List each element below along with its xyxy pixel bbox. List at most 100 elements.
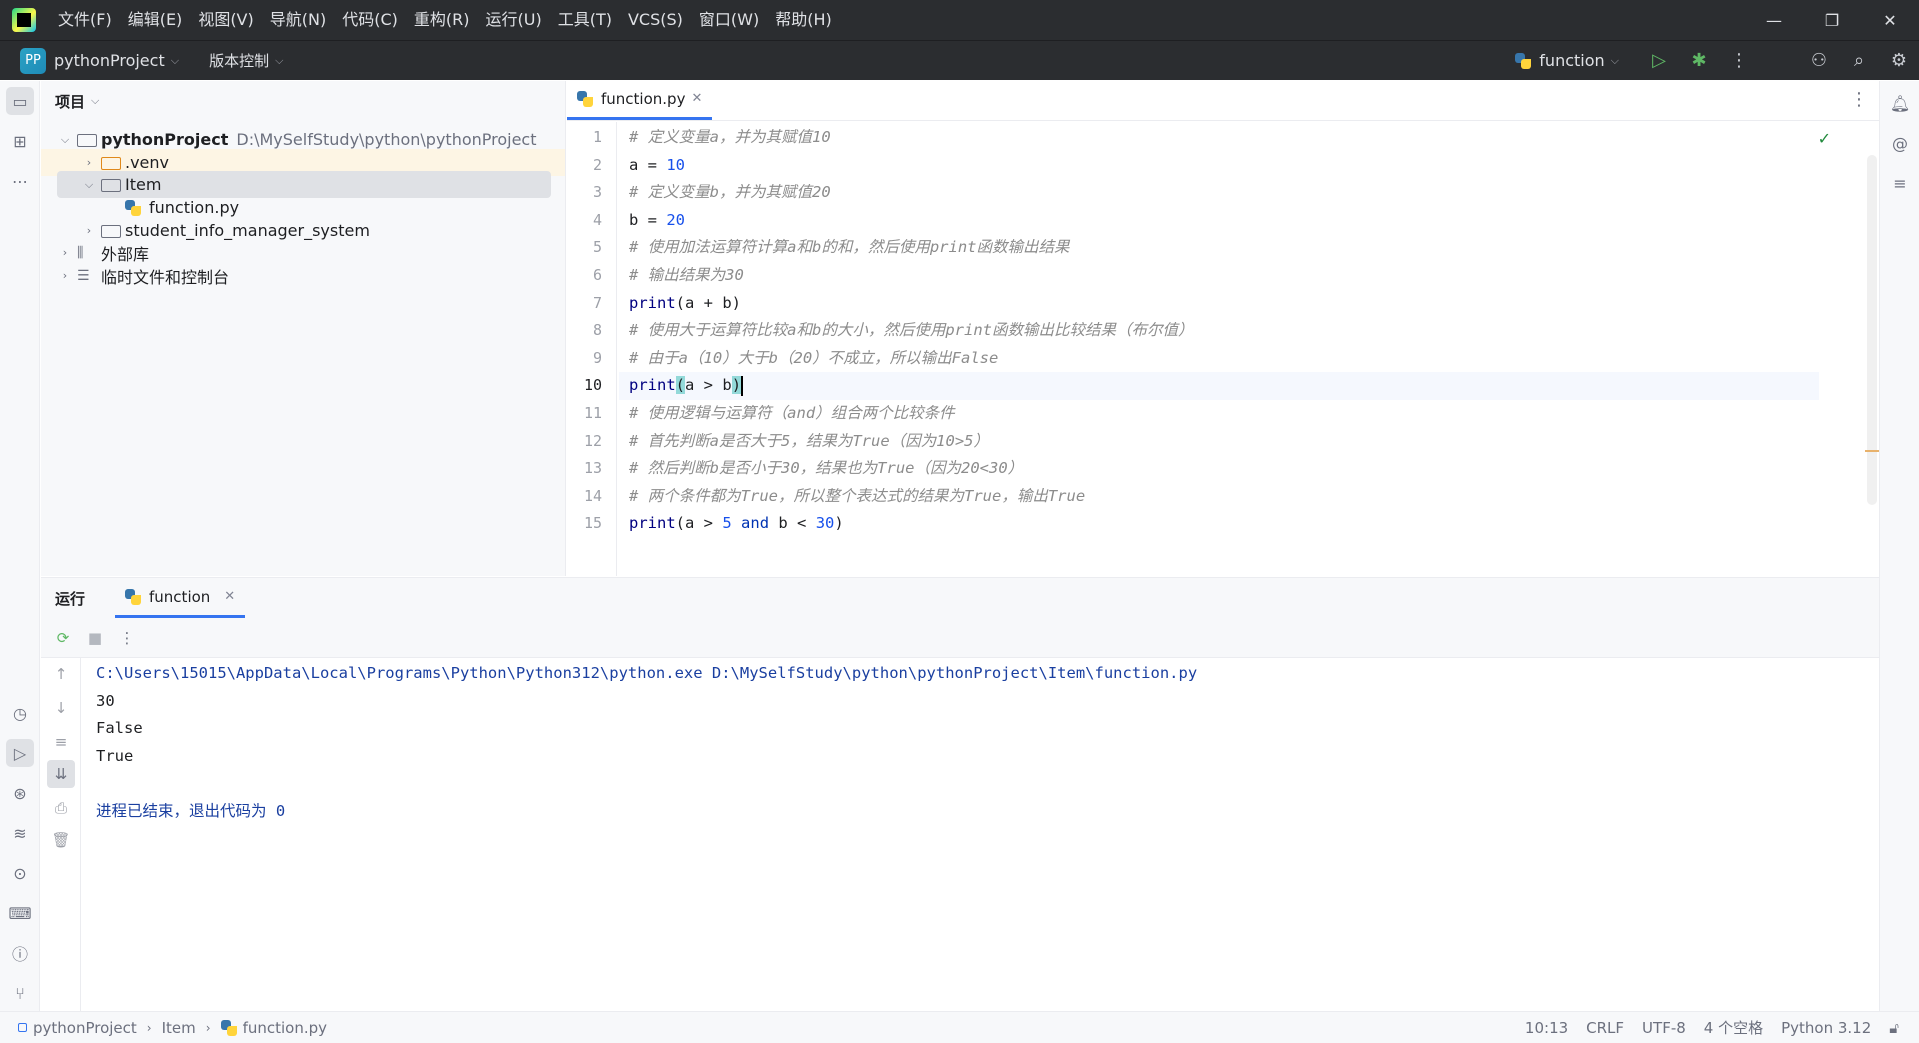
- line-number[interactable]: 14: [562, 487, 602, 505]
- line-number[interactable]: 12: [562, 432, 602, 450]
- code-line[interactable]: # 使用加法运算符计算a和b的和，然后使用print函数输出结果: [619, 234, 1819, 262]
- stop-icon[interactable]: ■: [79, 622, 111, 654]
- breadcrumb-folder[interactable]: Item: [162, 1019, 196, 1037]
- line-number[interactable]: 15: [562, 514, 602, 532]
- code-line[interactable]: # 两个条件都为True，所以整个表达式的结果为True，输出True: [619, 483, 1819, 511]
- line-number[interactable]: 11: [562, 404, 602, 422]
- menu-edit[interactable]: 编辑(E): [120, 0, 191, 40]
- restore-icon[interactable]: ❐: [1803, 0, 1861, 40]
- line-number[interactable]: 10: [562, 376, 602, 394]
- menu-window[interactable]: 窗口(W): [691, 0, 767, 40]
- menu-tools[interactable]: 工具(T): [550, 0, 620, 40]
- chevron-right-icon[interactable]: ›: [81, 224, 97, 237]
- code-line[interactable]: # 定义变量a，并为其赋值10: [619, 124, 1819, 152]
- line-number[interactable]: 5: [562, 238, 602, 256]
- line-number[interactable]: 9: [562, 349, 602, 367]
- run-config-selector[interactable]: function ⌵: [1515, 51, 1619, 70]
- close-tab-icon[interactable]: ✕: [224, 589, 235, 604]
- code-line[interactable]: print(a > 5 and b < 30): [619, 510, 1819, 538]
- vcs-menu[interactable]: 版本控制: [209, 50, 269, 71]
- gear-icon[interactable]: ⚙: [1879, 41, 1919, 81]
- chevron-down-icon[interactable]: ⌵: [91, 94, 99, 108]
- code-line[interactable]: a = 10: [619, 152, 1819, 180]
- code-line[interactable]: # 定义变量b，并为其赋值20: [619, 179, 1819, 207]
- ai-assistant-icon[interactable]: @: [1886, 129, 1914, 157]
- project-selector[interactable]: pythonProject: [54, 51, 165, 70]
- chevron-down-icon[interactable]: ⌵: [81, 178, 97, 192]
- services-icon[interactable]: ⊙: [6, 859, 34, 887]
- menu-run[interactable]: 运行(U): [478, 0, 550, 40]
- more-icon[interactable]: ⋮: [111, 622, 143, 654]
- database-icon[interactable]: ≡: [1886, 169, 1914, 197]
- line-number[interactable]: 13: [562, 459, 602, 477]
- chevron-down-icon[interactable]: ⌵: [57, 133, 73, 147]
- indent-setting[interactable]: 4 个空格: [1702, 1017, 1765, 1038]
- soft-wrap-icon[interactable]: ≡: [47, 728, 75, 756]
- project-badge[interactable]: PP: [20, 47, 46, 74]
- tree-item-scratches[interactable]: › ☰ 临时文件和控制台: [41, 262, 565, 289]
- lock-icon[interactable]: 🔓︎: [1887, 1019, 1901, 1037]
- chevron-down-icon[interactable]: ⌵: [275, 54, 283, 68]
- no-problems-check-icon[interactable]: ✓: [1818, 129, 1831, 148]
- scroll-to-end-icon[interactable]: ⇊: [47, 760, 75, 788]
- line-number[interactable]: 3: [562, 183, 602, 201]
- menu-navigate[interactable]: 导航(N): [262, 0, 334, 40]
- chevron-right-icon[interactable]: ›: [81, 156, 97, 169]
- project-folder-icon[interactable]: ▭: [6, 87, 34, 115]
- code-line[interactable]: # 输出结果为30: [619, 262, 1819, 290]
- more-tools-icon[interactable]: ⋯: [6, 167, 34, 195]
- minimize-icon[interactable]: —: [1745, 0, 1803, 40]
- close-tab-icon[interactable]: ✕: [691, 91, 702, 106]
- run-tab-function[interactable]: function ✕: [115, 578, 246, 618]
- code-area[interactable]: # 定义变量a，并为其赋值10 a = 10 # 定义变量b，并为其赋值20 b = …: [619, 122, 1819, 576]
- print-icon[interactable]: ⎙: [47, 794, 75, 822]
- project-panel-header[interactable]: 项目 ⌵: [41, 81, 565, 121]
- add-user-icon[interactable]: ⚇: [1799, 41, 1839, 81]
- line-number[interactable]: 4: [562, 211, 602, 229]
- menu-help[interactable]: 帮助(H): [767, 0, 840, 40]
- more-icon[interactable]: ⋮: [1839, 80, 1879, 120]
- code-line[interactable]: print(a + b): [619, 290, 1819, 318]
- line-number[interactable]: 8: [562, 321, 602, 339]
- chevron-right-icon[interactable]: ›: [57, 269, 73, 282]
- problems-icon[interactable]: ⓘ: [6, 939, 34, 967]
- layers-icon[interactable]: ≋: [6, 819, 34, 847]
- breadcrumb-project[interactable]: pythonProject: [33, 1019, 137, 1037]
- python-interpreter[interactable]: Python 3.12: [1779, 1019, 1873, 1037]
- line-separator[interactable]: CRLF: [1584, 1019, 1626, 1037]
- tab-function-py[interactable]: function.py ✕: [567, 80, 713, 120]
- chevron-down-icon[interactable]: ⌵: [171, 54, 179, 68]
- run-tool-icon[interactable]: ▷: [6, 739, 34, 767]
- rerun-icon[interactable]: ⟳: [47, 622, 79, 654]
- line-number[interactable]: 6: [562, 266, 602, 284]
- debug-icon[interactable]: ✱: [1679, 41, 1719, 81]
- menu-vcs[interactable]: VCS(S): [620, 0, 691, 40]
- arrow-up-icon[interactable]: ↑: [47, 660, 75, 688]
- line-number[interactable]: 7: [562, 294, 602, 312]
- history-icon[interactable]: ◷: [6, 699, 34, 727]
- arrow-down-icon[interactable]: ↓: [47, 694, 75, 722]
- trash-icon[interactable]: 🗑︎: [47, 826, 75, 854]
- console-output[interactable]: C:\Users\15015\AppData\Local\Programs\Py…: [96, 660, 1869, 826]
- code-line[interactable]: # 然后判断b是否小于30，结果也为True（因为20<30）: [619, 455, 1819, 483]
- breadcrumb-file[interactable]: function.py: [243, 1019, 327, 1037]
- chevron-right-icon[interactable]: ›: [57, 246, 73, 259]
- line-number[interactable]: 2: [562, 156, 602, 174]
- code-line[interactable]: # 由于a（10）大于b（20）不成立，所以输出False: [619, 345, 1819, 373]
- code-line[interactable]: b = 20: [619, 207, 1819, 235]
- git-icon[interactable]: ⑂: [6, 979, 34, 1007]
- menu-code[interactable]: 代码(C): [334, 0, 406, 40]
- more-icon[interactable]: ⋮: [1719, 41, 1759, 81]
- menu-refactor[interactable]: 重构(R): [406, 0, 478, 40]
- cursor-position[interactable]: 10:13: [1523, 1019, 1570, 1037]
- search-icon[interactable]: ⌕: [1839, 41, 1879, 81]
- line-number[interactable]: 1: [562, 128, 602, 146]
- close-icon[interactable]: ✕: [1861, 0, 1919, 40]
- menu-file[interactable]: 文件(F): [50, 0, 120, 40]
- run-icon[interactable]: ▷: [1639, 41, 1679, 81]
- python-console-icon[interactable]: ⊛: [6, 779, 34, 807]
- code-line[interactable]: # 首先判断a是否大于5，结果为True（因为10>5）: [619, 428, 1819, 456]
- terminal-icon[interactable]: ⌨: [6, 899, 34, 927]
- file-encoding[interactable]: UTF-8: [1640, 1019, 1688, 1037]
- code-line[interactable]: # 使用大于运算符比较a和b的大小，然后使用print函数输出比较结果（布尔值）: [619, 317, 1819, 345]
